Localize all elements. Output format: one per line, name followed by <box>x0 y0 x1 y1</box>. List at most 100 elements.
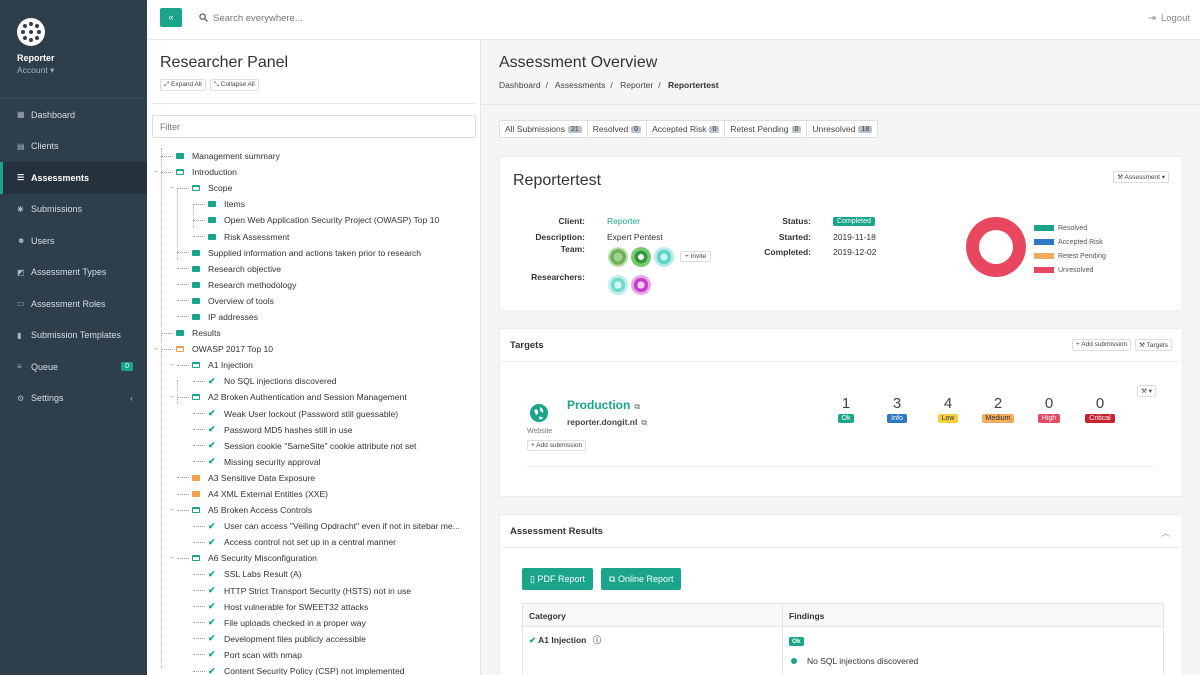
assessment-menu-button[interactable]: ⚒ Assessment ▾ <box>1113 171 1169 183</box>
tree-node[interactable]: ✔ Access control not set up in a central … <box>157 534 460 550</box>
collapse-all-button[interactable]: ⤡ Collapse All <box>209 79 259 91</box>
client-link[interactable]: Reporter <box>607 216 640 226</box>
researcher-avatar[interactable] <box>631 275 651 295</box>
target-options-button[interactable]: ⚒ ▾ <box>1137 385 1156 397</box>
tree-node[interactable]: IP addresses <box>157 309 460 325</box>
tree-connector <box>193 219 205 221</box>
sidebar-item-users[interactable]: ☻ Users <box>0 225 147 257</box>
breadcrumb-dashboard[interactable]: Dashboard <box>499 80 541 90</box>
researcher-avatar[interactable] <box>608 275 628 295</box>
account-menu[interactable]: Account ▾ <box>17 65 147 76</box>
add-submission-button[interactable]: + Add submission <box>1072 339 1132 351</box>
online-report-button[interactable]: ⧉ Online Report <box>601 568 682 590</box>
tree-node[interactable]: ✔ Missing security approval <box>157 454 460 470</box>
collapse-sidebar-button[interactable]: « <box>160 8 182 27</box>
team-avatar[interactable] <box>654 247 674 267</box>
external-link-icon[interactable]: ⧉ <box>641 418 647 427</box>
tree-node[interactable]: ✔ Port scan with nmap <box>157 647 460 663</box>
tree-node[interactable]: ✔ User can access "Veiling Opdracht" even… <box>157 518 460 534</box>
sidebar-item-assessments[interactable]: ☰ Assessments <box>0 162 147 194</box>
legend-item[interactable]: Unresolved <box>1034 263 1106 277</box>
tree-node[interactable]: Risk Assessment <box>157 228 460 244</box>
tree-node[interactable]: Open Web Application Security Project (O… <box>157 212 460 228</box>
search-input[interactable] <box>213 10 513 26</box>
legend-item[interactable]: Resolved <box>1034 221 1106 235</box>
tree-node[interactable]: ✔ Password MD5 hashes still in use <box>157 422 460 438</box>
chevron-up-icon[interactable]: ︿ <box>1161 526 1170 539</box>
pdf-report-button[interactable]: ▯ PDF Report <box>522 568 593 590</box>
target-add-submission-button[interactable]: + Add submission <box>527 440 587 451</box>
tree-node[interactable]: Supplied information and actions taken p… <box>157 245 460 261</box>
logout-link[interactable]: ⇥ Logout <box>1148 13 1190 24</box>
team-avatar[interactable] <box>608 247 628 267</box>
tree-node[interactable]: - A1 Injection <box>157 357 460 373</box>
target-name-link[interactable]: Production ⧉ <box>567 398 640 412</box>
tree-node[interactable]: - A2 Broken Authentication and Session Ma… <box>157 389 460 405</box>
tree-node[interactable]: - Introduction <box>155 164 460 180</box>
invite-button[interactable]: + Invite <box>680 251 712 262</box>
tree-node[interactable]: ✔ HTTP Strict Transport Security (HSTS) n… <box>157 583 460 599</box>
tree-node[interactable]: Research methodology <box>157 277 460 293</box>
tree-node[interactable]: Management summary <box>157 148 460 164</box>
sidebar-item-clients[interactable]: ▤ Clients <box>0 131 147 163</box>
collapse-toggle-icon[interactable]: - <box>155 169 157 176</box>
collapse-toggle-icon[interactable]: - <box>155 346 157 353</box>
sidebar-item-settings[interactable]: ⚙ Settings ‹ <box>0 383 147 415</box>
severity-medium[interactable]: 2 Medium <box>978 395 1018 423</box>
filter-resolved[interactable]: Resolved 0 <box>588 121 648 137</box>
filter-unresolved[interactable]: Unresolved 18 <box>807 121 877 137</box>
collapse-toggle-icon[interactable]: - <box>171 362 173 369</box>
reporter-logo-icon[interactable] <box>17 18 45 46</box>
collapse-toggle-icon[interactable]: - <box>171 185 173 192</box>
collapse-toggle-icon[interactable]: - <box>171 394 173 401</box>
sidebar-item-submission-templates[interactable]: ▮ Submission Templates <box>0 320 147 352</box>
team-avatar[interactable] <box>631 247 651 267</box>
tree-node[interactable]: A3 Sensitive Data Exposure <box>157 470 460 486</box>
severity-critical[interactable]: 0 Critical <box>1080 395 1120 423</box>
filter-input[interactable] <box>152 115 476 138</box>
tree-node[interactable]: Items <box>157 196 460 212</box>
legend-item[interactable]: Accepted Risk <box>1034 235 1106 249</box>
legend-item[interactable]: Retest Pending <box>1034 249 1106 263</box>
tree-node[interactable]: ✔ No SQL injections discovered <box>157 373 460 389</box>
tree-node[interactable]: ✔ Development files publicly accessible <box>157 631 460 647</box>
severity-info[interactable]: 3 Info <box>877 395 917 423</box>
info-icon[interactable]: ⓘ <box>593 635 602 645</box>
severity-ok[interactable]: 1 Ok <box>826 395 866 423</box>
tree-node-label: Introduction <box>192 167 237 178</box>
tree-node[interactable]: - A6 Security Misconfiguration <box>157 550 460 566</box>
sidebar-item-queue[interactable]: ≡ Queue 0 <box>0 351 147 383</box>
collapse-toggle-icon[interactable]: - <box>171 507 173 514</box>
donut-slice-unresolved[interactable] <box>966 217 1026 277</box>
tree-node[interactable]: ✔ Host vulnerable for SWEET32 attacks <box>157 599 460 615</box>
targets-button[interactable]: ⚒ Targets <box>1135 339 1172 351</box>
tree-node[interactable]: Research objective <box>157 261 460 277</box>
external-link-icon[interactable]: ⧉ <box>634 402 640 411</box>
severity-low[interactable]: 4 Low <box>928 395 968 423</box>
tree-node[interactable]: ✔ Session cookie "SameSite" cookie attrib… <box>157 438 460 454</box>
tree-node[interactable]: ✔ SSL Labs Result (A) <box>157 566 460 582</box>
breadcrumb-assessments[interactable]: Assessments <box>555 80 606 90</box>
severity-high[interactable]: 0 High <box>1029 395 1069 423</box>
filter-accepted-risk[interactable]: Accepted Risk 0 <box>647 121 726 137</box>
sidebar-item-submissions[interactable]: ✱ Submissions <box>0 194 147 226</box>
tree-node[interactable]: - OWASP 2017 Top 10 <box>155 341 460 357</box>
tree-node[interactable]: ✔ Weak User lockout (Password still guess… <box>157 406 460 422</box>
filter-retest-pending[interactable]: Retest Pending 0 <box>725 121 808 137</box>
tree-node[interactable]: A4 XML External Entities (XXE) <box>157 486 460 502</box>
tree-node[interactable]: ✔ Content Security Policy (CSP) not imple… <box>157 663 460 675</box>
finding-item[interactable]: No SQL injections discovered <box>789 656 918 666</box>
collapse-toggle-icon[interactable]: - <box>171 555 173 562</box>
table-row: ✔ A1 Injection ⓘ Ok No SQL injections di… <box>523 627 1163 675</box>
tree-node[interactable]: - A5 Broken Access Controls <box>157 502 460 518</box>
breadcrumb-reporter[interactable]: Reporter <box>620 80 653 90</box>
tree-node[interactable]: Overview of tools <box>157 293 460 309</box>
expand-all-button[interactable]: ⤢ Expand All <box>160 79 206 91</box>
tree-node[interactable]: ✔ File uploads checked in a proper way <box>157 615 460 631</box>
tree-node[interactable]: - Scope <box>157 180 460 196</box>
sidebar-item-assessment-types[interactable]: ◩ Assessment Types <box>0 257 147 289</box>
tree-node[interactable]: Results <box>157 325 460 341</box>
sidebar-item-dashboard[interactable]: ▦ Dashboard <box>0 99 147 131</box>
filter-all-submissions[interactable]: All Submissions 21 <box>500 121 588 137</box>
sidebar-item-assessment-roles[interactable]: ▭ Assessment Roles <box>0 288 147 320</box>
